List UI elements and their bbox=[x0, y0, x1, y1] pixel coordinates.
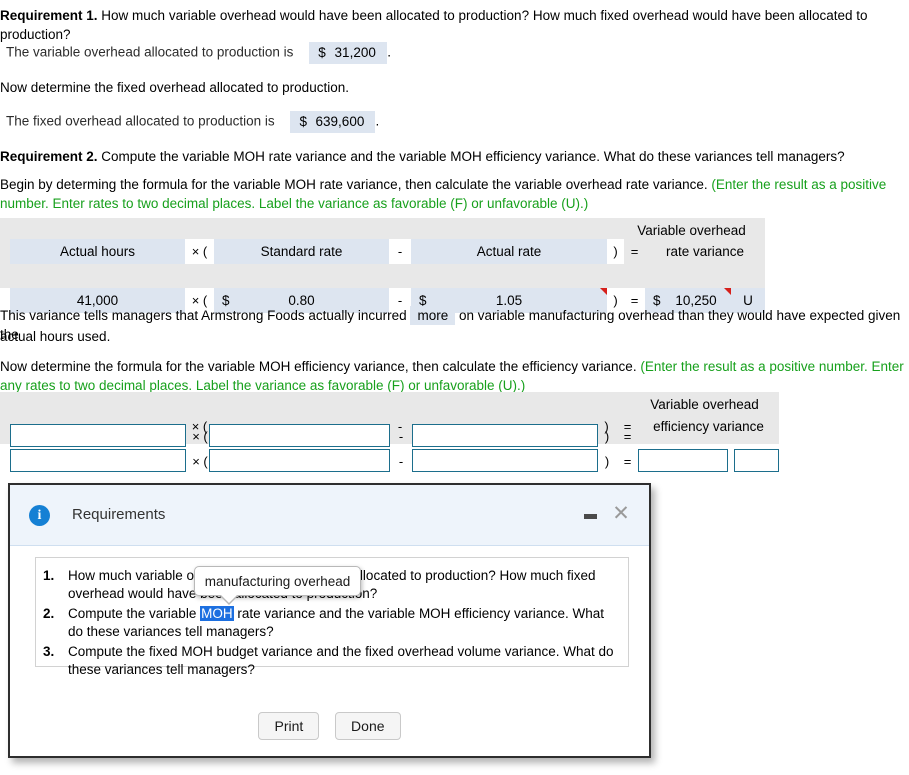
operator-close-paren-row1: ) bbox=[604, 429, 610, 444]
worksheet-page: Requirement 1. How much variable overhea… bbox=[0, 0, 909, 775]
rate-variance-table: Variable overhead Actual hours × ( Stand… bbox=[0, 218, 765, 313]
variable-overhead-amount: 31,200 bbox=[334, 45, 376, 60]
requirement-text-pre: Compute the variable bbox=[68, 606, 201, 621]
close-icon[interactable]: ✕ bbox=[610, 503, 632, 525]
fixed-overhead-answer-label: The fixed overhead allocated to producti… bbox=[6, 113, 275, 129]
requirement-2-heading: Requirement 2. Compute the variable MOH … bbox=[0, 147, 909, 166]
requirement-2-label: Requirement 2. bbox=[0, 149, 98, 164]
operator-equals-row1: = bbox=[623, 429, 632, 444]
list-item: 2. Compute the variable MOH rate varianc… bbox=[43, 605, 618, 640]
variable-overhead-answer-line: The variable overhead allocated to produ… bbox=[6, 42, 391, 64]
narrative-dropdown-value[interactable]: more bbox=[410, 306, 456, 325]
selected-term-moh[interactable]: MOH bbox=[200, 606, 234, 621]
list-item: 3. Compute the fixed MOH budget variance… bbox=[43, 643, 618, 678]
variable-overhead-answer-label: The variable overhead allocated to produ… bbox=[6, 44, 294, 60]
currency-symbol: $ bbox=[299, 114, 307, 129]
efficiency-variance-instruction: Now determine the formula for the variab… bbox=[0, 357, 909, 395]
efficiency-input-r1c2[interactable] bbox=[209, 424, 390, 447]
variance-narrative-line2: actual hours used. bbox=[0, 329, 111, 344]
efficiency-instruction-black: Now determine the formula for the variab… bbox=[0, 359, 637, 374]
efficiency-variance-caption-line1: Variable overhead bbox=[650, 397, 759, 412]
operator-minus-header: - bbox=[389, 239, 411, 264]
narrative-prefix: This variance tells managers that Armstr… bbox=[0, 308, 407, 323]
requirement-number: 1. bbox=[43, 568, 55, 583]
info-icon: i bbox=[29, 505, 50, 526]
rate-variance-instruction: Begin by determing the formula for the v… bbox=[0, 175, 909, 213]
efficiency-input-r2c1[interactable] bbox=[10, 449, 186, 472]
dialog-button-bar: Print Done bbox=[10, 712, 649, 740]
efficiency-input-r2c3[interactable] bbox=[412, 449, 598, 472]
requirement-1-question: How much variable overhead would have be… bbox=[0, 8, 868, 42]
done-button[interactable]: Done bbox=[335, 712, 401, 740]
fixed-overhead-answer-line: The fixed overhead allocated to producti… bbox=[6, 111, 379, 133]
comment-flag-icon bbox=[724, 288, 731, 295]
requirement-2-question: Compute the variable MOH rate variance a… bbox=[101, 149, 845, 164]
efficiency-input-result[interactable] bbox=[638, 449, 728, 472]
currency-symbol: $ bbox=[318, 45, 326, 60]
efficiency-input-r2c2[interactable] bbox=[209, 449, 390, 472]
requirement-text: Compute the fixed MOH budget variance an… bbox=[68, 644, 614, 677]
efficiency-input-r1c3[interactable] bbox=[412, 424, 598, 447]
operator-minus-row1: - bbox=[398, 429, 404, 444]
operator-equals-row2: = bbox=[623, 454, 632, 469]
efficiency-input-r1c1[interactable] bbox=[10, 424, 186, 447]
comment-flag-icon bbox=[600, 288, 607, 295]
operator-equals-header: = bbox=[630, 244, 639, 259]
minimize-icon[interactable] bbox=[584, 514, 597, 519]
operator-close-paren-row2: ) bbox=[604, 454, 610, 469]
operator-multiply-open-header: × ( bbox=[185, 239, 214, 264]
requirements-dialog: i Requirements ✕ 1. How much variable ov… bbox=[8, 483, 651, 758]
header-standard-rate: Standard rate bbox=[214, 239, 389, 264]
efficiency-input-flag[interactable] bbox=[734, 449, 779, 472]
rate-variance-instruction-black: Begin by determing the formula for the v… bbox=[0, 177, 708, 192]
fixed-overhead-amount: 639,600 bbox=[315, 114, 365, 129]
fixed-overhead-prompt: Now determine the fixed overhead allocat… bbox=[0, 80, 349, 95]
dialog-title: Requirements bbox=[72, 506, 166, 523]
requirement-1-heading: Requirement 1. How much variable overhea… bbox=[0, 6, 909, 44]
header-actual-hours: Actual hours bbox=[10, 239, 185, 264]
efficiency-variance-input-row-2: × ( - ) = bbox=[0, 449, 779, 474]
variance-narrative: This variance tells managers that Armstr… bbox=[0, 306, 909, 344]
definition-tooltip: manufacturing overhead bbox=[194, 566, 361, 605]
period-2: . bbox=[375, 113, 380, 129]
requirement-1-label: Requirement 1. bbox=[0, 8, 98, 23]
variable-overhead-answer-value[interactable]: $ 31,200 bbox=[309, 42, 388, 64]
operator-close-paren-header: ) bbox=[607, 239, 624, 264]
period-1: . bbox=[387, 44, 391, 60]
operator-minus-row2: - bbox=[398, 454, 404, 469]
requirement-number: 2. bbox=[43, 606, 55, 621]
header-actual-rate: Actual rate bbox=[411, 239, 607, 264]
print-button[interactable]: Print bbox=[258, 712, 320, 740]
header-rate-variance: rate variance bbox=[665, 244, 745, 259]
efficiency-variance-input-row-1: × ( - ) = bbox=[0, 424, 779, 449]
rate-variance-header-row: Actual hours × ( Standard rate - Actual … bbox=[0, 239, 765, 264]
rate-variance-caption-line1: Variable overhead bbox=[637, 223, 746, 238]
fixed-overhead-answer-value[interactable]: $ 639,600 bbox=[290, 111, 376, 133]
requirement-number: 3. bbox=[43, 644, 55, 659]
dialog-header: i Requirements ✕ bbox=[10, 485, 649, 546]
